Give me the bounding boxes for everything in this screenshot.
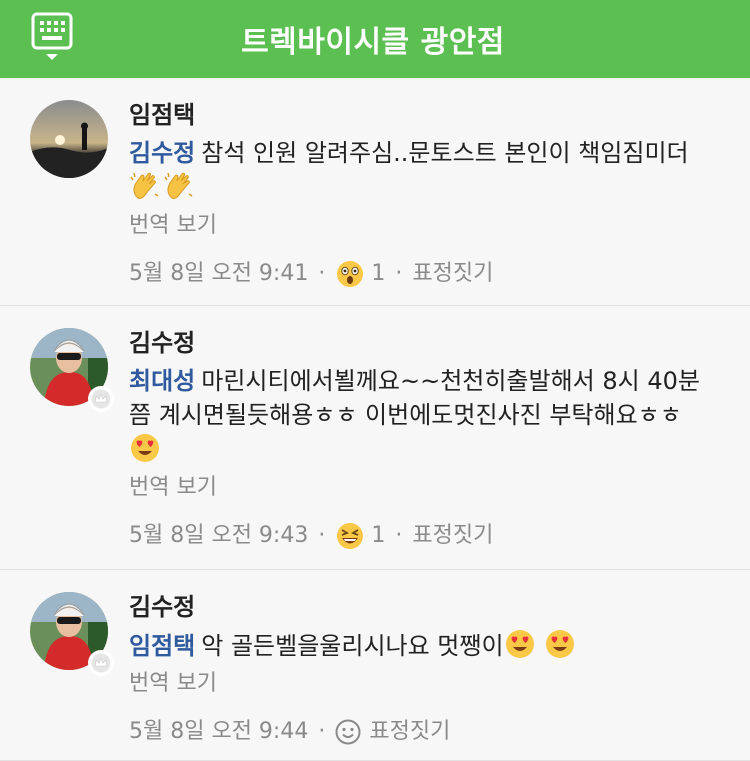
- comment-item: 임점택 김수정 참석 인원 알려주심..문토스트 본인이 책임짐미더 번역 보기 …: [0, 78, 750, 306]
- comment-item: 김수정 최대성 마린시티에서뵐께요~~천천히출발해서 8시 40분쯤 계시면될듯해…: [0, 306, 750, 570]
- mention-link[interactable]: 김수정: [129, 139, 195, 167]
- mention-link[interactable]: 최대성: [129, 367, 195, 395]
- smiley-outline-icon[interactable]: [335, 719, 361, 745]
- react-button[interactable]: 표정짓기: [369, 715, 450, 749]
- heart-eyes-face-icon: [131, 434, 159, 462]
- crown-badge: [88, 650, 114, 676]
- laughing-face-icon[interactable]: [335, 521, 365, 551]
- avatar[interactable]: [30, 100, 108, 178]
- comment-meta: 5월 8일 오전 9:41 · 1 · 표정짓기: [129, 257, 720, 291]
- comment-body: 임점택 악 골든벨을울리시나요 멋쨍이: [129, 628, 720, 663]
- reaction-count[interactable]: 1: [371, 519, 385, 553]
- comment-item: 김수정 임점택 악 골든벨을울리시나요 멋쨍이 번역 보기 5월 8일 오전 9:…: [0, 570, 750, 761]
- clapping-hands-icon: [164, 172, 193, 199]
- crown-icon: [91, 653, 111, 673]
- comment-time: 5월 8일 오전 9:41: [129, 261, 309, 286]
- astonished-face-icon[interactable]: [335, 259, 365, 289]
- heart-eyes-face-icon: [505, 630, 534, 658]
- keyboard-icon[interactable]: [30, 12, 74, 62]
- separator: ·: [318, 523, 326, 548]
- comment-time: 5월 8일 오전 9:44: [129, 719, 309, 744]
- comment-text: 악 골든벨을울리시나요 멋쨍이: [201, 632, 504, 660]
- comment-meta: 5월 8일 오전 9:43 · 1 · 표정짓기: [129, 519, 720, 553]
- comment-author[interactable]: 임점택: [129, 98, 720, 132]
- app-header: 트렉바이시클 광안점: [0, 0, 750, 78]
- translate-link[interactable]: 번역 보기: [129, 667, 720, 701]
- crown-badge: [88, 386, 114, 412]
- comment-author[interactable]: 김수정: [129, 326, 720, 360]
- translate-link[interactable]: 번역 보기: [129, 209, 720, 243]
- comment-meta: 5월 8일 오전 9:44 · 표정짓기: [129, 715, 720, 749]
- comment-body: 김수정 참석 인원 알려주심..문토스트 본인이 책임짐미더: [129, 136, 720, 205]
- separator: ·: [395, 523, 403, 548]
- react-button[interactable]: 표정짓기: [412, 519, 493, 553]
- mention-link[interactable]: 임점택: [129, 632, 195, 660]
- comment-text: 마린시티에서뵐께요~~천천히출발해서 8시 40분쯤 계시면될듯해용ㅎㅎ 이번에…: [129, 367, 700, 429]
- translate-link[interactable]: 번역 보기: [129, 471, 720, 505]
- crown-icon: [91, 389, 111, 409]
- separator: ·: [318, 261, 326, 286]
- separator: ·: [395, 261, 403, 286]
- reaction-count[interactable]: 1: [371, 257, 385, 291]
- comment-list[interactable]: 임점택 김수정 참석 인원 알려주심..문토스트 본인이 책임짐미더 번역 보기 …: [0, 78, 750, 761]
- page-title: 트렉바이시클 광안점: [241, 25, 505, 60]
- comment-text: 참석 인원 알려주심..문토스트 본인이 책임짐미더: [201, 139, 689, 167]
- separator: ·: [318, 719, 326, 744]
- comment-body: 최대성 마린시티에서뵐께요~~천천히출발해서 8시 40분쯤 계시면될듯해용ㅎㅎ …: [129, 364, 720, 467]
- heart-eyes-face-icon: [545, 630, 574, 658]
- clapping-hands-icon: [130, 172, 159, 199]
- react-button[interactable]: 표정짓기: [412, 257, 493, 291]
- comment-author[interactable]: 김수정: [129, 590, 720, 624]
- comment-time: 5월 8일 오전 9:43: [129, 523, 309, 548]
